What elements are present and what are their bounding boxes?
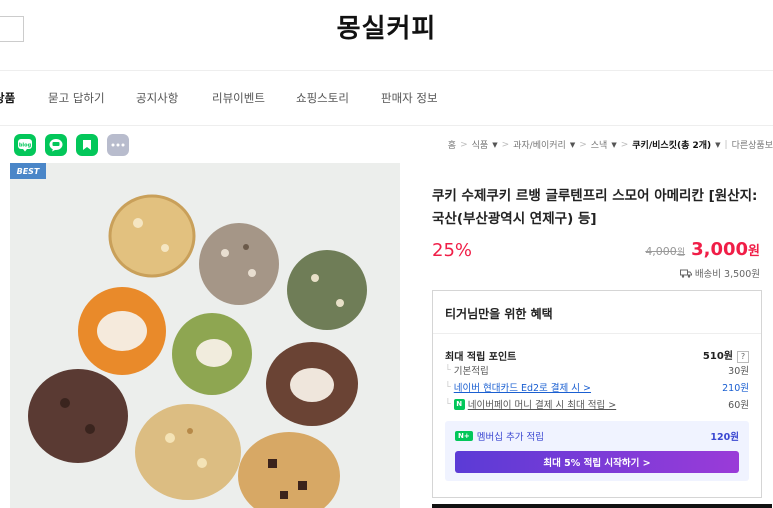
svg-text:blog: blog bbox=[19, 143, 32, 149]
membership-row: N+ 멤버십 추가 적립 120원 bbox=[455, 429, 739, 443]
breadcrumb-level1[interactable]: 식품 bbox=[472, 138, 489, 151]
breadcrumb-home[interactable]: 홈 bbox=[448, 138, 456, 151]
more-icon[interactable] bbox=[107, 134, 129, 156]
tab-notices[interactable]: 공지사항 bbox=[136, 90, 178, 106]
tree-branch-icon: └ bbox=[445, 381, 451, 393]
best-badge: BEST bbox=[10, 163, 46, 179]
tree-branch-icon: └ bbox=[445, 364, 451, 376]
start-membership-button[interactable]: 최대 5% 적립 시작하기 > bbox=[455, 451, 739, 473]
base-points-label: 기본적립 bbox=[453, 366, 489, 377]
tab-shopping-story[interactable]: 쇼핑스토리 bbox=[296, 90, 349, 106]
cookie-double-chocolate bbox=[28, 369, 128, 463]
store-nav: 상품 묻고 답하기 공지사항 리뷰이벤트 쇼핑스토리 판매자 정보 bbox=[0, 70, 773, 126]
breadcrumb-current[interactable]: 쿠키/비스킷(총 2개) bbox=[632, 138, 711, 151]
truck-icon bbox=[679, 269, 692, 278]
cookie-oat bbox=[135, 404, 241, 500]
max-points-row: 최대 적립 포인트 510원? bbox=[445, 347, 749, 363]
npay-icon: N bbox=[453, 398, 465, 410]
card-points-label-group: └ 네이버 현대카드 Ed2로 결제 시 > bbox=[445, 380, 591, 395]
product-name: 쿠키 수제쿠키 르뱅 글루텐프리 스모어 아메리칸 [원산지:국산(부산광역시 … bbox=[432, 188, 758, 227]
sale-price-value: 3,000 bbox=[691, 239, 749, 260]
chevron-down-icon[interactable]: ▼ bbox=[611, 141, 616, 149]
breadcrumb-separator: > bbox=[620, 139, 629, 150]
store-title[interactable]: 몽실커피 bbox=[0, 8, 773, 45]
shipping-info: 배송비 3,500원 bbox=[679, 266, 760, 280]
tab-qna[interactable]: 묻고 답하기 bbox=[48, 90, 105, 106]
original-price: 4,000원 bbox=[645, 245, 685, 258]
blog-icon[interactable]: blog bbox=[14, 134, 36, 156]
membership-label: 멤버십 추가 적립 bbox=[476, 432, 544, 443]
npay-points-row: └ N 네이버페이 머니 결제 시 최대 적립 > 60원 bbox=[445, 397, 749, 411]
npay-points-value: 60원 bbox=[728, 400, 749, 411]
base-points-label-group: └ 기본적립 bbox=[445, 363, 489, 378]
membership-panel: N+ 멤버십 추가 적립 120원 최대 5% 적립 시작하기 > bbox=[445, 421, 749, 481]
original-price-value: 4,000 bbox=[645, 245, 677, 258]
breadcrumb-separator: > bbox=[579, 139, 587, 150]
membership-value: 120원 bbox=[710, 432, 739, 443]
price-row: 4,000원 3,000원 bbox=[645, 239, 760, 260]
cookie-orange-smore bbox=[78, 287, 166, 375]
benefit-title: 티거님만을 위한 혜택 bbox=[445, 307, 553, 321]
max-points-label: 최대 적립 포인트 bbox=[445, 351, 517, 363]
card-points-value: 210원 bbox=[722, 383, 749, 394]
shipping-fee: 배송비 3,500원 bbox=[694, 269, 760, 280]
breadcrumb: 홈 > 식품 ▼ > 과자/베이커리 ▼ > 스낵 ▼ > 쿠키/비스킷(총 2… bbox=[448, 138, 773, 152]
breadcrumb-level3[interactable]: 스낵 bbox=[591, 138, 608, 151]
talk-icon[interactable] bbox=[45, 134, 67, 156]
max-points-value-group: 510원? bbox=[703, 347, 749, 363]
product-image[interactable]: BEST bbox=[10, 163, 400, 508]
cookie-chocolate-smore bbox=[266, 342, 358, 426]
breadcrumb-separator: > bbox=[501, 139, 510, 150]
discount-rate: 25% bbox=[432, 240, 473, 261]
cookie-plain bbox=[108, 194, 196, 278]
original-price-unit: 원 bbox=[676, 248, 686, 258]
purchase-bar-edge bbox=[432, 504, 772, 508]
breadcrumb-other-products[interactable]: 다른상품보 bbox=[732, 138, 773, 151]
help-icon[interactable]: ? bbox=[737, 351, 749, 363]
card-points-link[interactable]: 네이버 현대카드 Ed2로 결제 시 > bbox=[454, 380, 591, 394]
max-points-value: 510원 bbox=[702, 351, 733, 362]
membership-label-group: N+ 멤버십 추가 적립 bbox=[455, 429, 544, 443]
naver-plus-icon: N+ bbox=[455, 431, 473, 441]
cookie-matcha-smore bbox=[172, 313, 252, 395]
chevron-down-icon[interactable]: ▼ bbox=[570, 141, 575, 149]
divider bbox=[433, 333, 761, 334]
breadcrumb-level2[interactable]: 과자/베이커리 bbox=[513, 138, 566, 151]
chevron-down-icon[interactable]: ▼ bbox=[492, 141, 497, 149]
breadcrumb-separator: > bbox=[460, 139, 468, 150]
sale-price: 3,000원 bbox=[691, 239, 760, 260]
tree-branch-icon: └ bbox=[445, 398, 451, 410]
chevron-down-icon[interactable]: ▼ bbox=[715, 141, 720, 149]
cookie-photo bbox=[10, 163, 400, 508]
tab-seller-info[interactable]: 판매자 정보 bbox=[381, 90, 438, 106]
sale-price-unit: 원 bbox=[748, 244, 760, 259]
base-points-row: └ 기본적립 30원 bbox=[445, 363, 749, 378]
base-points-value: 30원 bbox=[728, 366, 749, 377]
cookie-earlgrey bbox=[199, 223, 279, 305]
tab-review-event[interactable]: 리뷰이벤트 bbox=[212, 90, 265, 106]
npay-points-link[interactable]: 네이버페이 머니 결제 시 최대 적립 > bbox=[468, 397, 616, 411]
npay-points-label-group: └ N 네이버페이 머니 결제 시 최대 적립 > bbox=[445, 397, 616, 411]
breadcrumb-separator: | bbox=[724, 139, 728, 150]
card-points-row: └ 네이버 현대카드 Ed2로 결제 시 > 210원 bbox=[445, 380, 749, 395]
tab-products[interactable]: 상품 bbox=[0, 90, 15, 106]
bookmark-icon[interactable] bbox=[76, 134, 98, 156]
cookie-matcha-dark bbox=[287, 250, 367, 330]
benefit-box: 티거님만을 위한 혜택 최대 적립 포인트 510원? └ 기본적립 30원 └ 네… bbox=[432, 290, 762, 498]
